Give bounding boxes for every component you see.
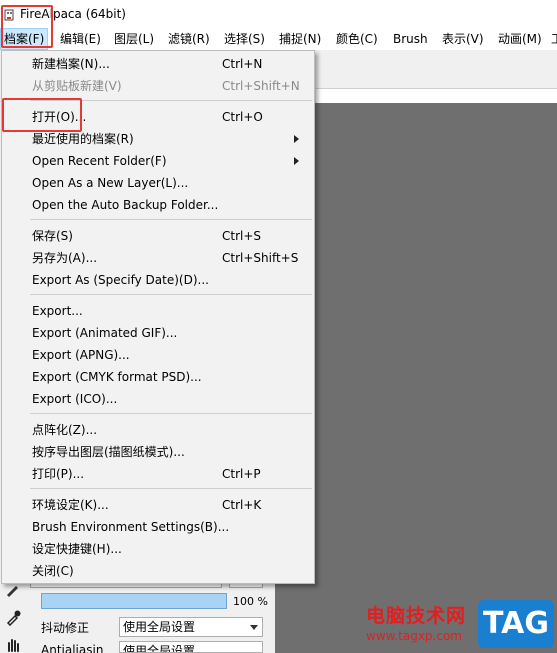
antialias-select[interactable]: 使用全局设置 (119, 641, 263, 653)
opacity-slider[interactable] (41, 593, 227, 609)
menu-item-export-ico[interactable]: Export (ICO)... (2, 388, 314, 410)
highlight-open-item (2, 98, 82, 132)
menu-snap[interactable]: 捕捉(N) (279, 28, 321, 50)
menu-layer[interactable]: 图层(L) (114, 28, 154, 50)
menu-item-preferences[interactable]: 环境设定(K)... Ctrl+K (2, 494, 314, 516)
antialias-label: Antialiasin (41, 643, 104, 653)
menu-select[interactable]: 选择(S) (224, 28, 265, 50)
stabilizer-label: 抖动修正 (41, 621, 90, 635)
watermark-tag-logo: TAG (478, 600, 554, 648)
hand-tool-icon[interactable] (4, 635, 22, 653)
menu-item-export-cmyk-psd[interactable]: Export (CMYK format PSD)... (2, 366, 314, 388)
antialias-value: 使用全局设置 (123, 644, 196, 653)
menu-edit[interactable]: 编辑(E) (60, 28, 101, 50)
menu-item-close[interactable]: 关闭(C) (2, 560, 314, 582)
menu-item-new[interactable]: 新建档案(N)... Ctrl+N (2, 53, 314, 75)
menu-separator (30, 219, 312, 220)
menu-item-save[interactable]: 保存(S) Ctrl+S (2, 225, 314, 247)
watermark-site-name: 电脑技术网 (366, 605, 467, 627)
stabilizer-value: 使用全局设置 (123, 620, 196, 634)
opacity-fill (42, 594, 226, 608)
menu-item-save-as[interactable]: 另存为(A)... Ctrl+Shift+S (2, 247, 314, 269)
eyedropper-tool-icon[interactable] (4, 608, 22, 626)
menu-item-brush-env-settings[interactable]: Brush Environment Settings(B)... (2, 516, 314, 538)
opacity-value: 100 % (233, 595, 268, 608)
menu-item-print[interactable]: 打印(P)... Ctrl+P (2, 463, 314, 485)
menu-item-rasterize[interactable]: 点阵化(Z)... (2, 419, 314, 441)
stabilizer-select[interactable]: 使用全局设置 (119, 617, 263, 637)
menu-item-open-as-layer[interactable]: Open As a New Layer(L)... (2, 172, 314, 194)
chevron-down-icon (250, 625, 258, 630)
menu-item-auto-backup[interactable]: Open the Auto Backup Folder... (2, 194, 314, 216)
menu-bar: 档案(F) 编辑(E) 图层(L) 滤镜(R) 选择(S) 捕捉(N) 颜色(C… (0, 28, 557, 50)
menu-item-new-from-clipboard: 从剪贴板新建(V) Ctrl+Shift+N (32, 79, 300, 93)
menu-brush[interactable]: Brush (393, 28, 428, 50)
menu-color[interactable]: 颜色(C) (336, 28, 378, 50)
title-bar: FireAlpaca (64bit) (0, 0, 557, 28)
menu-view[interactable]: 表示(V) (442, 28, 484, 50)
menu-filter[interactable]: 滤镜(R) (168, 28, 210, 50)
menu-animation[interactable]: 动画(M) (498, 28, 542, 50)
menu-item-export-layers-onion[interactable]: 按序导出图层(描图纸模式)... (2, 441, 314, 463)
menu-separator (30, 488, 312, 489)
menu-tools[interactable]: 工 (551, 28, 557, 50)
menu-item-open-recent-folder[interactable]: Open Recent Folder(F) (2, 150, 314, 172)
menu-separator (30, 413, 312, 414)
highlight-file-menu (1, 5, 53, 48)
menu-item-shortcut-settings[interactable]: 设定快捷键(H)... (2, 538, 314, 560)
menu-item-export-apng[interactable]: Export (APNG)... (2, 344, 314, 366)
canvas-area[interactable] (275, 103, 557, 653)
menu-separator (30, 294, 312, 295)
watermark-url: www.tagxp.com (366, 629, 462, 643)
submenu-arrow-icon (294, 135, 299, 143)
menu-item-export-gif[interactable]: Export (Animated GIF)... (2, 322, 314, 344)
menu-item-export-as-date[interactable]: Export As (Specify Date)(D)... (2, 269, 314, 291)
submenu-arrow-icon (294, 157, 299, 165)
menu-item-export[interactable]: Export... (2, 300, 314, 322)
watermark: 电脑技术网 www.tagxp.com TAG (366, 600, 556, 650)
